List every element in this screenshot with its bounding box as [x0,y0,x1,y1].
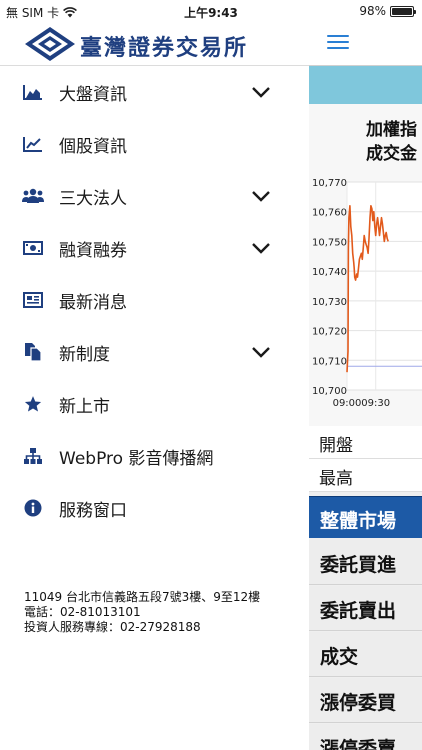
stat-label: 最高 [319,469,353,489]
battery-fill [392,7,412,15]
navigation-drawer: 臺灣證券交易所 大盤資訊 個股資訊 三大法人 融資融券 最新消息 新制度 新上市… [0,0,309,750]
battery-icon [390,5,416,17]
menu-label: 最新消息 [59,292,127,313]
twse-logo-icon [25,27,75,61]
category-row: 漲停委賣 [309,724,422,750]
category-row: 委託賣出 [309,586,422,631]
y-tick-label: 10,740 [312,267,347,278]
status-bar: 無 SIM 卡 上午9:43 98% [0,0,422,22]
menu-item-service[interactable]: 服務窗口 [0,482,309,534]
menu-label: 服務窗口 [59,500,127,521]
category-label: 委託買進 [320,554,397,576]
stat-label: 開盤 [319,436,353,456]
stat-row-high: 最高 [309,459,422,492]
y-tick-label: 10,710 [312,356,347,367]
chevron-down-icon[interactable] [250,237,272,259]
main-header [309,22,422,66]
chevron-down-icon[interactable] [250,81,272,103]
phone-line: 電話：02-81013101 [24,605,141,619]
hamburger-menu-icon[interactable] [327,35,349,51]
category-label: 漲停委買 [320,692,397,714]
chevron-down-icon[interactable] [250,341,272,363]
battery-percent: 98% [359,4,386,18]
menu-item-institutional[interactable]: 三大法人 [0,170,309,222]
category-label: 成交 [320,646,359,668]
y-tick-label: 10,750 [312,237,347,248]
users-icon [22,185,44,207]
chart-title-line2: 成交金 [366,144,417,164]
y-tick-label: 10,730 [312,297,347,308]
x-tick-label: 09:00 [333,398,362,409]
y-tick-label: 10,720 [312,327,347,338]
menu-label: 新制度 [59,344,110,365]
y-tick-label: 10,700 [312,386,347,397]
category-label: 委託賣出 [320,600,397,622]
hotline-line: 投資人服務專線：02-27928188 [24,620,201,634]
x-tick-label: 09:30 [361,398,390,409]
menu-label: WebPro 影音傳播網 [59,448,214,469]
menu-label: 大盤資訊 [59,84,127,105]
logo-bar: 臺灣證券交易所 [0,22,309,66]
line-chart-icon [22,133,44,155]
logo-text: 臺灣證券交易所 [80,35,249,61]
drawer-menu: 大盤資訊 個股資訊 三大法人 融資融券 最新消息 新制度 新上市 WebPro … [0,66,309,534]
stat-row-open: 開盤 [309,426,422,459]
header-band [309,66,422,104]
plot-area [346,181,422,391]
menu-label: 融資融券 [59,240,127,261]
menu-item-market-info[interactable]: 大盤資訊 [0,66,309,118]
menu-item-webpro[interactable]: WebPro 影音傳播網 [0,430,309,482]
menu-item-new-system[interactable]: 新制度 [0,326,309,378]
info-icon [22,497,44,519]
chart-title-line1: 加權指 [366,120,417,140]
menu-label: 個股資訊 [59,136,127,157]
menu-item-new-listing[interactable]: 新上市 [0,378,309,430]
chart-title: 加權指 成交金 [366,118,417,166]
category-row: 委託買進 [309,540,422,585]
newspaper-icon [22,289,44,311]
index-line-chart: 10,770 10,760 10,750 10,740 10,730 10,720 10,7… [312,178,422,409]
main-content: 加權指 成交金 10,770 10,760 10,750 10,740 10,730 10… [309,0,422,750]
menu-item-margin[interactable]: 融資融券 [0,222,309,274]
menu-item-stock-info[interactable]: 個股資訊 [0,118,309,170]
copy-icon [22,341,44,363]
sitemap-icon [22,445,44,467]
chart-panel: 加權指 成交金 10,770 10,760 10,750 10,740 10,730 10… [309,104,422,426]
menu-label: 新上市 [59,396,110,417]
category-row: 成交 [309,632,422,677]
star-icon [22,393,44,415]
address-line: 11049 台北市信義路五段7號3樓、9至12樓 [24,590,261,604]
category-row: 漲停委買 [309,678,422,723]
section-head-market: 整體市場 [309,496,422,538]
menu-item-news[interactable]: 最新消息 [0,274,309,326]
money-icon [22,237,44,259]
section-title: 整體市場 [320,510,397,532]
area-chart-icon [22,81,44,103]
status-right: 98% [359,4,416,18]
y-tick-label: 10,760 [312,208,347,219]
category-label: 漲停委賣 [320,738,397,750]
contact-info: 11049 台北市信義路五段7號3樓、9至12樓 電話：02-81013101 … [24,590,260,635]
menu-label: 三大法人 [59,188,127,209]
y-tick-label: 10,770 [312,178,347,189]
chevron-down-icon[interactable] [250,185,272,207]
